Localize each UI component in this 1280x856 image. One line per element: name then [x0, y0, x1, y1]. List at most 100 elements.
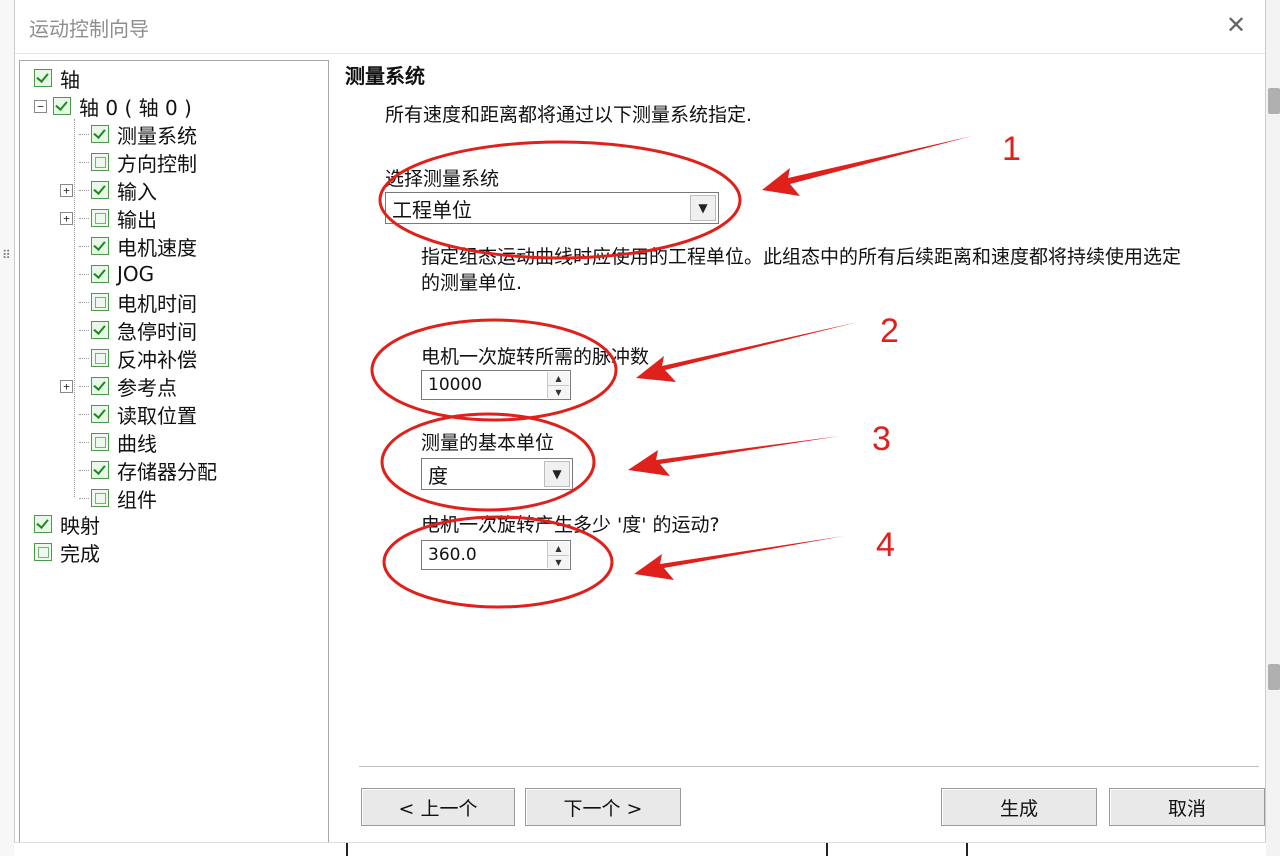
window-title: 运动控制向导: [29, 17, 149, 41]
close-icon[interactable]: ✕: [1221, 10, 1251, 40]
unchecked-icon: [91, 209, 109, 227]
tree-item[interactable]: + 参考点: [60, 373, 177, 400]
cancel-button[interactable]: 取消: [1109, 788, 1265, 826]
tree-item-label: 轴 0 ( 轴 0 ): [79, 95, 192, 120]
checked-icon: [53, 97, 71, 115]
edge-dots: ⠿: [2, 248, 11, 262]
motion-control-wizard-dialog: 运动控制向导 ✕ 轴 − 轴 0 ( 轴 0 ) 测量系统方向控制 + 输入 + 输出电机速度…: [14, 0, 1266, 856]
unchecked-icon: [91, 153, 109, 171]
tree-item[interactable]: 映射: [34, 511, 100, 538]
tree-guide-line: [79, 161, 89, 163]
tree-guide-line: [79, 469, 89, 471]
tree-item[interactable]: 电机速度: [60, 233, 197, 260]
tree-item[interactable]: JOG: [60, 261, 154, 287]
tree-item[interactable]: 读取位置: [60, 401, 197, 428]
expand-icon[interactable]: +: [60, 379, 73, 393]
tree-item-label: 映射: [60, 513, 100, 538]
collapse-icon[interactable]: −: [34, 99, 47, 113]
tree-item[interactable]: 急停时间: [60, 317, 197, 344]
tree-guide-line: [79, 441, 89, 443]
annotation-number-2: 2: [880, 312, 899, 350]
tree-item-label: 测量系统: [117, 123, 197, 148]
tree-guide-line: [79, 133, 89, 135]
expand-icon[interactable]: +: [60, 211, 73, 225]
unchecked-icon: [91, 433, 109, 451]
wizard-navigation-tree: 轴 − 轴 0 ( 轴 0 ) 测量系统方向控制 + 输入 + 输出电机速度 JOG 电机时间急停…: [19, 60, 329, 844]
checked-icon: [34, 515, 52, 533]
checked-icon: [91, 265, 109, 283]
motion-per-rev-stepper[interactable]: 360.0 ▲ ▼: [421, 540, 571, 570]
tree-item-label: 存储器分配: [117, 459, 217, 484]
tree-item-label: 反冲补偿: [117, 347, 197, 372]
title-bar: 运动控制向导 ✕: [15, 0, 1265, 54]
tree-item[interactable]: 轴: [34, 65, 80, 92]
tree-guide-line: [79, 189, 89, 191]
pulses-value: 10000: [428, 375, 483, 395]
tree-item[interactable]: 曲线: [60, 429, 157, 456]
chevron-down-icon[interactable]: ▼: [690, 195, 716, 221]
tree-item-label: 方向控制: [117, 151, 197, 176]
tree-item[interactable]: + 输入: [60, 177, 157, 204]
tree-item-label: 电机速度: [117, 235, 197, 260]
scroll-nub: [1268, 88, 1280, 114]
tree-item-label: 轴: [60, 67, 80, 92]
checked-icon: [91, 181, 109, 199]
measure-system-select[interactable]: 工程单位 ▼: [385, 192, 719, 224]
background-bottom-strip: [14, 842, 1266, 856]
checked-icon: [91, 405, 109, 423]
background-right-edge: [1266, 0, 1280, 856]
chevron-down-icon[interactable]: ▼: [544, 461, 570, 487]
tree-item[interactable]: 方向控制: [60, 149, 197, 176]
checked-icon: [91, 125, 109, 143]
checked-icon: [34, 69, 52, 87]
tree-item-label: 急停时间: [117, 319, 197, 344]
spin-down-icon[interactable]: ▼: [548, 555, 569, 569]
tree-item-label: 电机时间: [117, 291, 197, 316]
tree-item-label: 输出: [117, 207, 157, 232]
tree-item[interactable]: 完成: [34, 539, 100, 566]
prev-button[interactable]: < 上一个: [361, 788, 515, 826]
tree-item[interactable]: 测量系统: [60, 121, 197, 148]
tree-guide-line: [79, 273, 89, 275]
pulses-stepper[interactable]: 10000 ▲ ▼: [421, 370, 571, 400]
measure-system-value: 工程单位: [392, 197, 472, 222]
spin-up-icon[interactable]: ▲: [548, 372, 569, 385]
tree-item[interactable]: 存储器分配: [60, 457, 217, 484]
tree-guide-line: [79, 245, 89, 247]
spin-up-icon[interactable]: ▲: [548, 542, 569, 555]
tree-item[interactable]: + 输出: [60, 205, 157, 232]
edge-tick: [826, 843, 828, 856]
tree-item[interactable]: − 轴 0 ( 轴 0 ): [34, 93, 192, 120]
tree-item[interactable]: 反冲补偿: [60, 345, 197, 372]
tree-item-label: 完成: [60, 541, 100, 566]
checked-icon: [91, 461, 109, 479]
next-button[interactable]: 下一个 >: [525, 788, 681, 826]
annotation-number-1: 1: [1002, 130, 1021, 168]
expand-icon[interactable]: +: [60, 183, 73, 197]
tree-item[interactable]: 电机时间: [60, 289, 197, 316]
tree-item-label: 参考点: [117, 375, 177, 400]
checked-icon: [91, 377, 109, 395]
checked-icon: [91, 321, 109, 339]
annotation-number-3: 3: [872, 420, 891, 458]
pulses-label: 电机一次旋转所需的脉冲数: [421, 346, 650, 368]
background-left-edge: ⠿: [0, 0, 14, 856]
generate-button[interactable]: 生成: [941, 788, 1097, 826]
tree-item-label: JOG: [117, 262, 155, 286]
unchecked-icon: [91, 349, 109, 367]
spin-down-icon[interactable]: ▼: [548, 385, 569, 399]
tree-item-label: 组件: [117, 487, 157, 512]
tree-item-label: 输入: [117, 179, 157, 204]
unchecked-icon: [91, 489, 109, 507]
base-unit-select[interactable]: 度 ▼: [421, 458, 573, 490]
content-pane: 测量系统 所有速度和距离都将通过以下测量系统指定. 选择测量系统 工程单位 ▼ …: [329, 54, 1267, 856]
tree-item-label: 曲线: [117, 431, 157, 456]
tree-item[interactable]: 组件: [60, 485, 157, 512]
button-divider: [359, 766, 1259, 767]
intro-text: 所有速度和距离都将通过以下测量系统指定.: [385, 104, 753, 126]
tree-guide-line: [79, 357, 89, 359]
measure-system-label: 选择测量系统: [385, 168, 500, 190]
tree-guide-line: [79, 413, 89, 415]
motion-per-rev-value: 360.0: [428, 545, 477, 565]
unchecked-icon: [34, 543, 52, 561]
